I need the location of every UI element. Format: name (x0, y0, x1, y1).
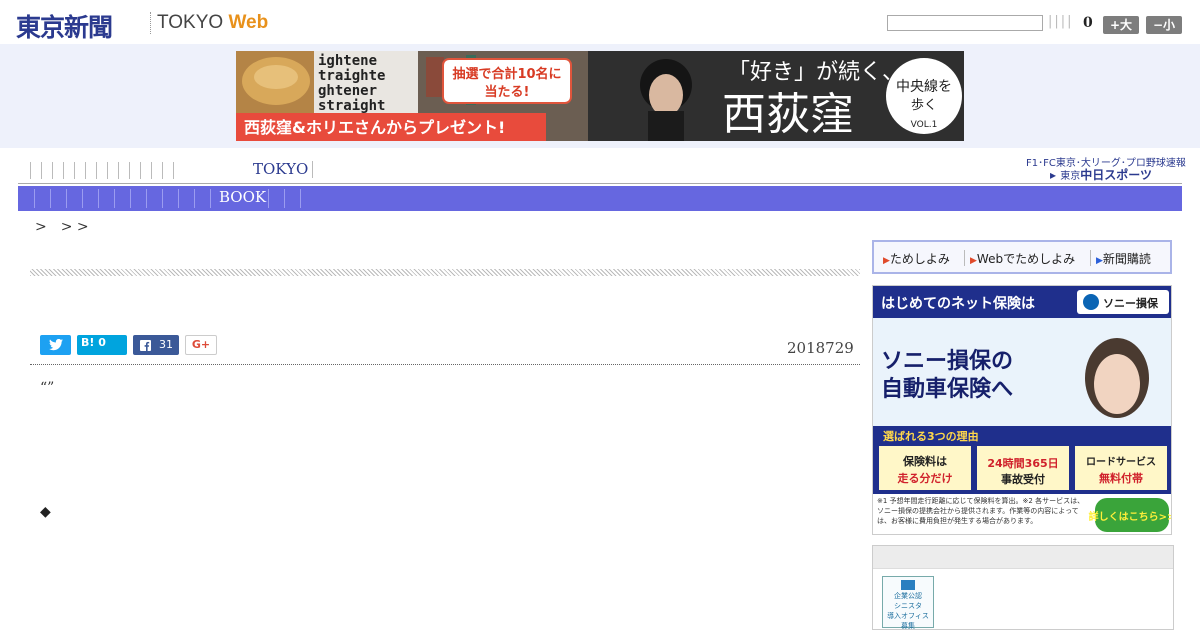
ad-present-text: 西荻窪&ホリエさんからプレゼント! (244, 118, 505, 137)
arrow-right-icon: ▶ (1096, 256, 1103, 266)
hatena-count: 0 (98, 336, 106, 349)
ad-headline-1: ソニー損保の (881, 349, 1013, 374)
badge-line-1: 企業公認 (894, 592, 922, 600)
article-section-marker: ◆ (40, 504, 51, 520)
facebook-share-button[interactable]: 31 (133, 335, 179, 355)
nav-underline (18, 183, 1182, 184)
ad-cta: 詳しくはこちら>> (1089, 510, 1172, 523)
tokyo-shimbun-logo[interactable]: 東京新聞 (16, 8, 113, 44)
article-header-divider (30, 364, 860, 365)
chunichi-sports-link[interactable]: ▸ 東京中日スポーツ (1050, 166, 1152, 183)
twitter-share-button[interactable] (40, 335, 71, 355)
ad-headline-2: 自動車保険へ (881, 376, 1013, 402)
hatena-bookmark-button[interactable]: B! 0 (77, 335, 127, 355)
primary-nav-dividers (30, 160, 184, 179)
article-quote: “” (40, 380, 55, 396)
ad-banner-text: はじめてのネット保険は (881, 295, 1035, 312)
svg-text:抽選で合計10名に: 抽選で合計10名に (452, 66, 561, 82)
reason-1-a: 保険料は (902, 454, 947, 468)
category-nav-bar (18, 186, 1182, 211)
logo-divider (150, 12, 151, 34)
header-link-dividers: |||| (1048, 14, 1074, 29)
sidebar-tabs: ▶ためしよみ ▶Webでためしよみ ▶新聞購読 (872, 240, 1172, 274)
svg-text:歩く: 歩く (911, 98, 937, 113)
facebook-icon (140, 339, 151, 351)
ad-headline: 「好き」が続く、 (728, 60, 904, 85)
reason-3-b: 無料付帯 (1099, 471, 1143, 485)
sidebar-widget: 企業公認 シニスタ 導入オフィス 募集 (872, 545, 1174, 630)
breadcrumb: > > > (35, 219, 89, 235)
tab-tameshiyomi-label: ためしよみ (889, 252, 950, 266)
hatena-label: B! (81, 336, 95, 349)
sony-insurance-ad[interactable]: はじめてのネット保険は ソニー損保 ソニー損保の 自動車保険へ 選ばれる3つの理… (872, 285, 1172, 535)
search-input[interactable] (887, 15, 1043, 31)
ad-reasons-title: 選ばれる3つの理由 (883, 429, 979, 443)
ad-word-2: traighte (318, 68, 385, 84)
sony-insurance-ad-art: はじめてのネット保険は ソニー損保 ソニー損保の 自動車保険へ 選ばれる3つの理… (873, 286, 1172, 534)
tokyo-web-logo[interactable]: TOKYO Web (157, 12, 268, 34)
google-plus-share-button[interactable]: G+ (185, 335, 217, 355)
article-title-divider (30, 269, 860, 276)
reason-2-b: 事故受付 (1001, 472, 1045, 486)
ad-title: 西荻窪 (722, 89, 854, 140)
badge-line-2: シニスタ (894, 602, 922, 610)
tab-web-tameshiyomi[interactable]: ▶Webでためしよみ (970, 250, 1075, 267)
facebook-count: 31 (159, 338, 173, 351)
svg-text:中央線を: 中央線を (896, 79, 952, 95)
nishiogikubo-ad-banner[interactable]: ightene traighte ghtener straight 抽選で合計1… (236, 51, 964, 141)
tab-subscribe[interactable]: ▶新聞購読 (1096, 250, 1151, 267)
reason-1-b: 走る分だけ (897, 471, 953, 485)
sidebar-widget-header (873, 546, 1173, 569)
ad-footnote: ※1 予想年間走行距離に応じて保険料を算出。※2 各サービスは、ソニー損保の提携… (877, 497, 1085, 525)
arrow-right-icon: ▶ (883, 256, 890, 266)
tab-tameshiyomi[interactable]: ▶ためしよみ (883, 250, 950, 267)
svg-text:当たる!: 当たる! (485, 84, 530, 100)
tab-subscribe-label: 新聞購読 (1102, 252, 1151, 266)
reason-2-a: 24時間365日 (987, 456, 1058, 470)
article-date: 2018729 (787, 339, 854, 357)
font-size-larger-button[interactable]: +大 (1103, 16, 1139, 34)
twitter-bird-icon (48, 338, 63, 350)
ad-word-4: straight (318, 98, 385, 114)
sports-brand-prefix: 東京 (1060, 171, 1081, 182)
logo-tokyo-text: TOKYO (157, 12, 224, 33)
reason-3-a: ロードサービス (1086, 455, 1156, 468)
ad-brand: ソニー損保 (1103, 296, 1159, 310)
tab-web-tameshiyomi-label: Webでためしよみ (976, 252, 1076, 266)
header-count: 0 (1083, 15, 1093, 31)
arrow-right-icon: ▶ (970, 256, 977, 266)
badge-line-3: 導入オフィス (887, 612, 929, 620)
ad-word-3: ghtener (318, 83, 377, 99)
nishiogikubo-ad-art: ightene traighte ghtener straight 抽選で合計1… (236, 51, 964, 141)
sports-brand: 中日スポーツ (1080, 168, 1152, 182)
nav-item-book[interactable]: BOOK (219, 188, 266, 206)
nav-item-tokyo[interactable]: TOKYO (253, 160, 308, 178)
font-size-smaller-button[interactable]: −小 (1146, 16, 1182, 34)
nav-divider (312, 161, 313, 178)
badge-logo-icon (901, 580, 915, 590)
ad-vol: VOL.1 (911, 120, 938, 130)
logo-web-text: Web (228, 12, 269, 33)
ad-word-1: ightene (318, 53, 377, 69)
office-recruit-badge[interactable]: 企業公認 シニスタ 導入オフィス 募集 (882, 576, 934, 630)
